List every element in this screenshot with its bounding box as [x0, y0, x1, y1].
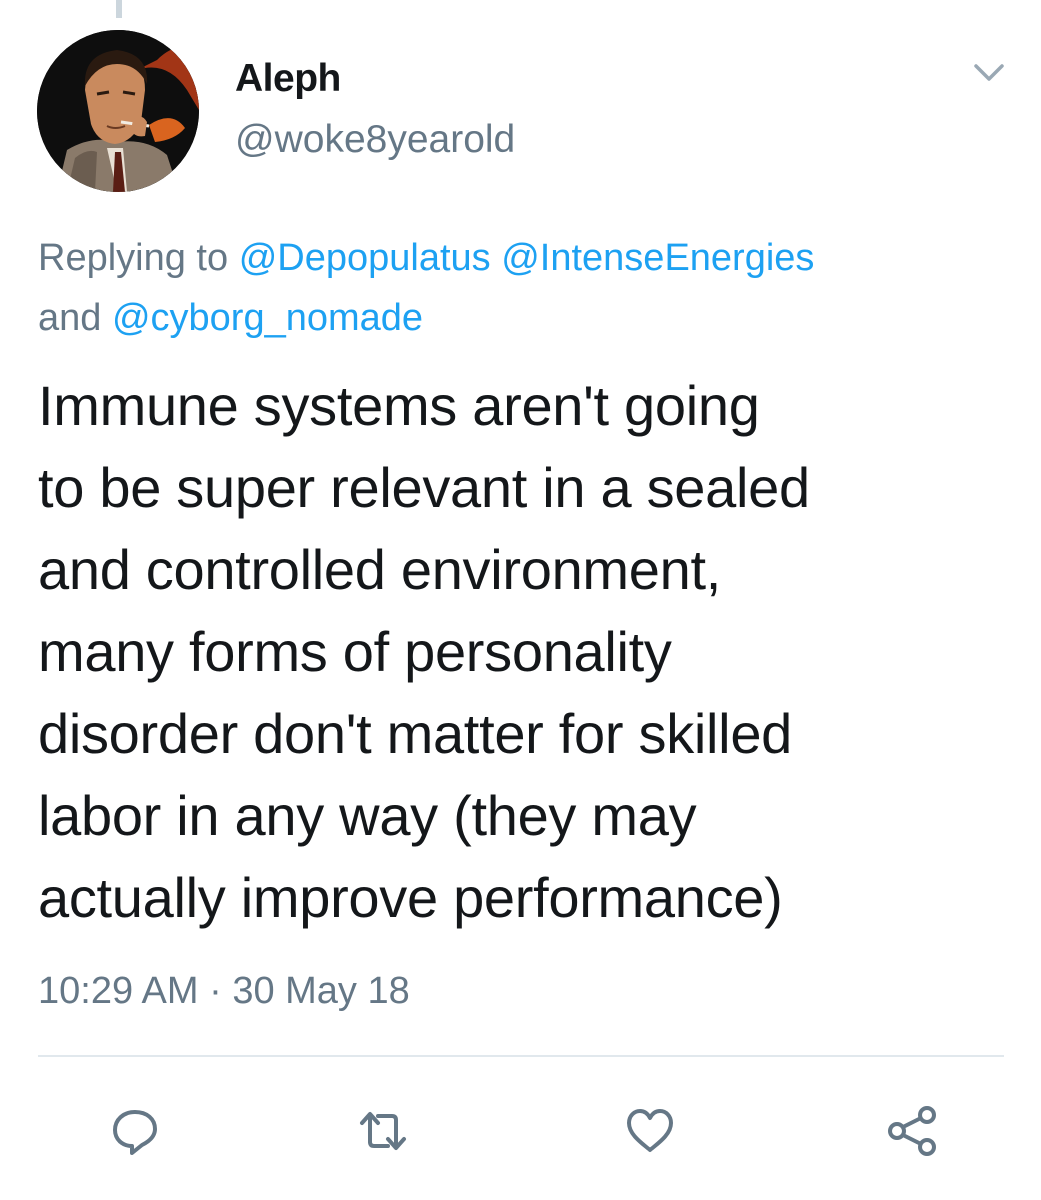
thread-connector-line: [116, 0, 122, 18]
tweet-text-line: actually improve performance): [38, 866, 783, 929]
share-button[interactable]: [885, 1104, 939, 1158]
tweet-text-line: to be super relevant in a sealed: [38, 456, 810, 519]
reply-button[interactable]: [108, 1104, 162, 1158]
reply-context: Replying to @Depopulatus @IntenseEnergie…: [38, 228, 1018, 348]
retweet-arrows-icon: [360, 1112, 406, 1150]
tweet-text-line: disorder don't matter for skilled: [38, 702, 793, 765]
user-handle[interactable]: @woke8yearold: [235, 118, 515, 162]
heart-icon: [627, 1109, 673, 1152]
mention-link[interactable]: @Depopulatus: [239, 237, 491, 279]
tweet-text-line: labor in any way (they may: [38, 784, 697, 847]
tweet-text-line: and controlled environment,: [38, 538, 721, 601]
display-name[interactable]: Aleph: [235, 57, 341, 101]
share-nodes-icon: [888, 1106, 936, 1156]
reply-context-conjunction: and: [38, 297, 102, 339]
tweet-text: Immune systems aren't going to be super …: [38, 365, 1028, 939]
reply-context-prefix: Replying to: [38, 237, 229, 279]
tweet-text-line: many forms of personality: [38, 620, 672, 683]
timestamp[interactable]: 10:29 AM · 30 May 18: [38, 970, 410, 1013]
tweet-text-line: Immune systems aren't going: [38, 374, 760, 437]
divider: [38, 1055, 1004, 1057]
mention-link[interactable]: @IntenseEnergies: [501, 237, 814, 279]
like-button[interactable]: [623, 1104, 677, 1158]
retweet-button[interactable]: [356, 1104, 410, 1158]
mention-link[interactable]: @cyborg_nomade: [112, 297, 423, 339]
chevron-down-icon[interactable]: [968, 52, 1010, 94]
avatar[interactable]: [37, 30, 199, 192]
speech-bubble-icon: [113, 1110, 157, 1155]
